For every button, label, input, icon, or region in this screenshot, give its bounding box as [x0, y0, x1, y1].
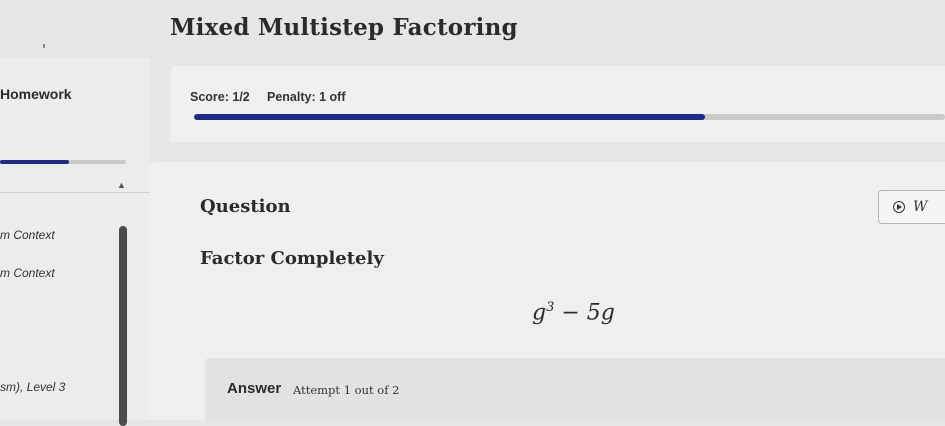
- sidebar-divider: [0, 192, 150, 193]
- decorative-dot: [43, 44, 45, 48]
- play-circle-icon: [893, 201, 905, 213]
- question-label: Question: [200, 196, 291, 217]
- sidebar-item-context-1[interactable]: m Context: [0, 228, 55, 242]
- sidebar-progress-fill: [0, 160, 70, 164]
- score-progress-fill: [194, 114, 705, 120]
- sidebar-item-context-2[interactable]: m Context: [0, 266, 55, 280]
- math-expression: g3 − 5g: [532, 300, 615, 325]
- watch-video-label: W: [913, 199, 928, 215]
- sidebar-heading[interactable]: Homework: [0, 86, 72, 102]
- score-progress-bar: [194, 114, 945, 120]
- expression-rest: − 5g: [554, 300, 615, 326]
- sidebar-scrollbar[interactable]: [119, 226, 127, 426]
- answer-box: Answer Attempt 1 out of 2: [205, 358, 945, 420]
- sidebar: Homework ▲ m Context m Context sm), Leve…: [0, 58, 150, 426]
- score-text: Score: 1/2: [190, 90, 250, 104]
- expression-base: g: [532, 300, 547, 326]
- question-instruction: Factor Completely: [200, 248, 384, 269]
- score-panel: Score: 1/2 Penalty: 1 off: [170, 66, 945, 142]
- watch-video-button[interactable]: W: [878, 190, 945, 224]
- answer-label: Answer: [227, 380, 282, 397]
- question-panel: Question W Factor Completely g3 − 5g Ans…: [150, 162, 945, 420]
- sidebar-progress-bar: [0, 160, 126, 164]
- attempt-counter: Attempt 1 out of 2: [293, 383, 400, 397]
- sidebar-item-level-3[interactable]: sm), Level 3: [0, 380, 65, 394]
- collapse-up-icon[interactable]: ▲: [117, 180, 126, 190]
- page-title: Mixed Multistep Factoring: [170, 14, 518, 41]
- penalty-text: Penalty: 1 off: [267, 90, 346, 104]
